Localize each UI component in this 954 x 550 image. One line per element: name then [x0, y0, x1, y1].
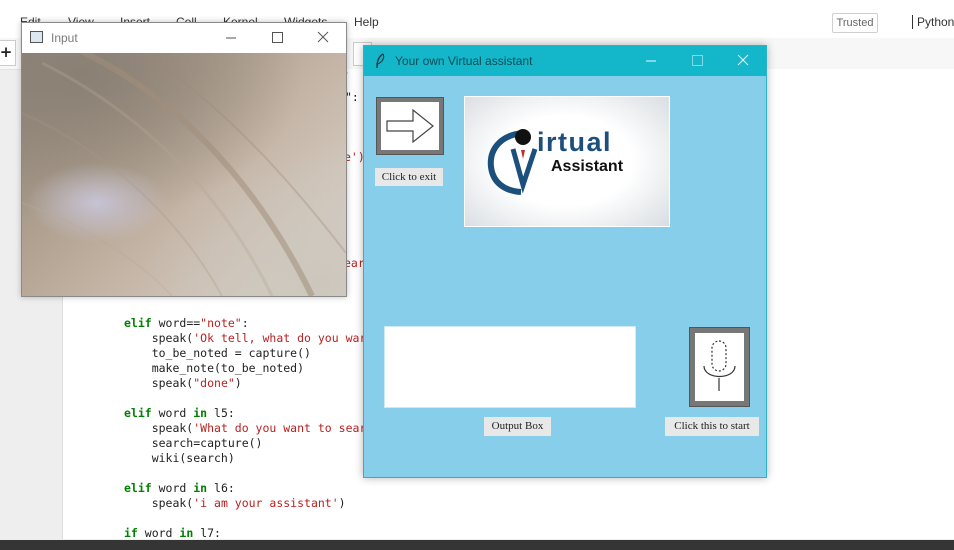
code-line: speak("done")	[124, 376, 242, 390]
close-icon	[317, 31, 329, 43]
camera-feed	[22, 53, 346, 296]
logo-text-assistant: Assistant	[551, 158, 624, 175]
feather-icon	[376, 53, 385, 69]
virtual-assistant-logo: irtual Assistant	[464, 96, 670, 227]
maximize-button[interactable]	[254, 23, 300, 53]
kernel-name[interactable]: Python	[912, 15, 954, 29]
code-fragment: ":	[345, 90, 359, 104]
code-line: to_be_noted = capture()	[124, 346, 311, 360]
close-button[interactable]	[720, 46, 766, 76]
output-label: Output Box	[484, 417, 551, 436]
add-cell-button[interactable]: +	[0, 40, 16, 66]
code-line: if word in l7:	[124, 526, 221, 540]
input-window: Input	[21, 22, 347, 297]
window-app-icon	[30, 31, 43, 43]
assistant-window-title: Your own Virtual assistant	[395, 54, 533, 68]
arrow-right-icon	[386, 108, 434, 144]
code-line: search=capture()	[124, 436, 263, 450]
start-button[interactable]	[689, 327, 750, 407]
minimize-button[interactable]	[208, 23, 254, 53]
minimize-icon	[646, 60, 656, 62]
assistant-titlebar[interactable]: Your own Virtual assistant	[364, 46, 766, 76]
code-line: speak('What do you want to sear	[124, 421, 367, 435]
camera-frame-image	[22, 53, 346, 296]
menu-help[interactable]: Help	[354, 15, 379, 29]
code-line: elif word in l5:	[124, 406, 235, 420]
logo-text-virtual: irtual	[537, 127, 613, 157]
code-line: make_note(to_be_noted)	[124, 361, 305, 375]
maximize-icon	[692, 55, 703, 66]
code-line: elif word=="note":	[124, 316, 249, 330]
output-box[interactable]	[384, 326, 636, 408]
close-icon	[737, 54, 749, 66]
code-line: speak('Ok tell, what do you war	[124, 331, 367, 345]
code-fragment: ear	[344, 256, 365, 270]
minimize-button[interactable]	[628, 46, 674, 76]
assistant-window: Your own Virtual assistant Click to exit…	[363, 45, 767, 478]
close-button[interactable]	[300, 23, 346, 53]
code-line: speak('i am your assistant')	[124, 496, 346, 510]
taskbar	[0, 540, 954, 550]
microphone-icon	[703, 340, 736, 391]
maximize-icon	[272, 32, 283, 43]
input-window-title: Input	[51, 31, 78, 45]
input-titlebar[interactable]: Input	[22, 23, 346, 53]
exit-label: Click to exit	[375, 168, 443, 186]
maximize-button[interactable]	[674, 46, 720, 76]
code-fragment: e')	[344, 150, 365, 164]
minimize-icon	[226, 37, 236, 39]
code-line: elif word in l6:	[124, 481, 235, 495]
trusted-badge[interactable]: Trusted	[832, 13, 878, 33]
code-line: wiki(search)	[124, 451, 235, 465]
start-label: Click this to start	[665, 417, 759, 436]
exit-button[interactable]	[376, 97, 444, 155]
